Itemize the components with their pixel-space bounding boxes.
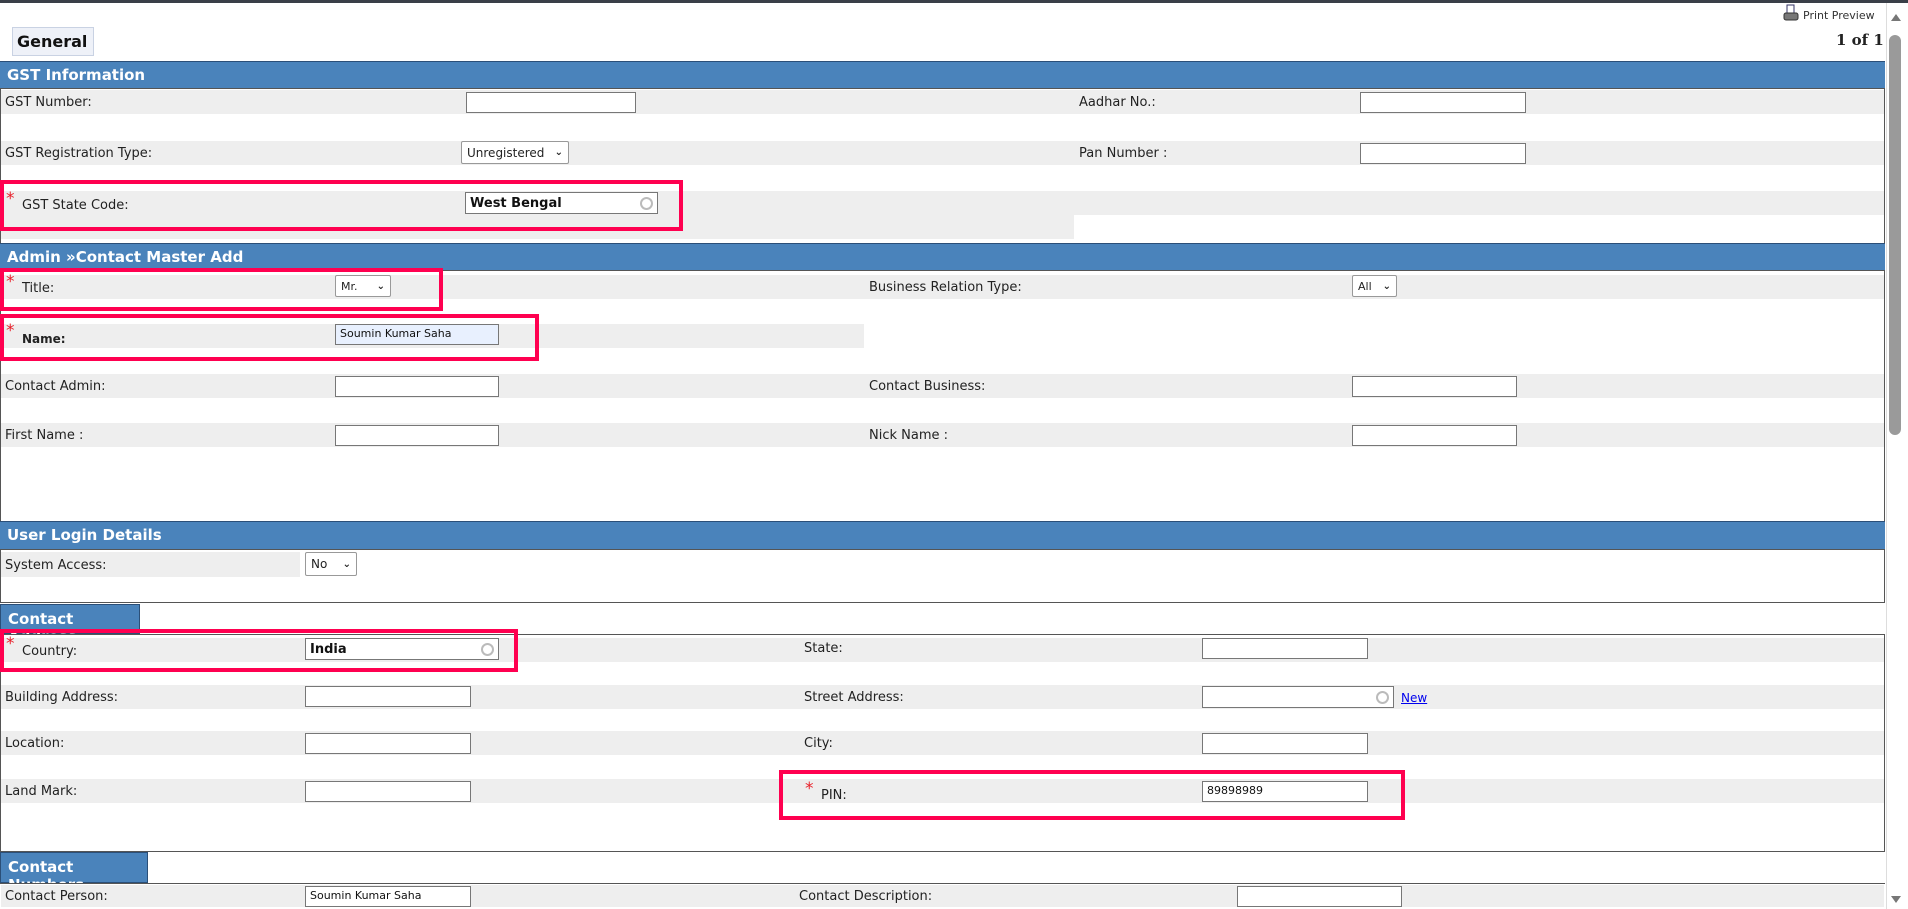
required-icon: * [6,321,15,341]
title-label: Title: [22,281,55,296]
contact-admin-label: Contact Admin: [5,379,106,394]
reg-type-select[interactable]: Unregistered ⌄ [461,141,569,164]
pan-label: Pan Number : [1079,146,1168,161]
state-code-lookup[interactable]: West Bengal [465,192,658,214]
contact-business-label: Contact Business: [869,379,986,394]
brt-value: All [1358,279,1372,293]
city-input[interactable] [1202,733,1368,754]
numbers-header: Contact Numbers [0,852,148,894]
scroll-up-icon[interactable] [1891,14,1901,21]
state-input[interactable] [1202,638,1368,659]
name-input[interactable]: Soumin Kumar Saha [335,324,499,345]
brt-select[interactable]: All ⌄ [1352,275,1397,297]
contact-description-label: Contact Description: [799,889,933,904]
chevron-down-icon: ⌄ [554,147,563,158]
login-header: User Login Details [0,521,1885,550]
location-input[interactable] [305,733,471,754]
chevron-down-icon: ⌄ [342,558,351,570]
lookup-icon[interactable] [640,196,653,210]
nick-name-label: Nick Name : [869,428,949,443]
print-preview-label: Print Preview [1803,9,1875,22]
required-icon: * [6,634,15,654]
divider [0,883,1885,884]
tab-general[interactable]: General [12,27,94,56]
contact-person-row [1,885,1884,907]
gst-header: GST Information [0,61,1885,89]
contact-header: Admin »Contact Master Add [0,243,1885,271]
nick-name-input[interactable] [1352,425,1517,446]
printer-icon [1783,4,1799,21]
location-row [1,731,1884,755]
title-value: Mr. [341,279,358,293]
lookup-icon[interactable] [1376,690,1389,704]
contact-business-input[interactable] [1352,376,1517,397]
new-street-link[interactable]: New [1401,691,1427,705]
gst-number-input[interactable] [466,92,636,113]
country-value: India [310,641,347,657]
pin-label: PIN: [821,788,847,803]
first-name-label: First Name : [5,428,84,443]
aadhar-label: Aadhar No.: [1079,95,1156,110]
print-preview-button[interactable]: Print Preview [1783,4,1875,22]
system-access-value: No [311,557,328,571]
page-indicator: 1 of 1 [1836,31,1884,49]
name-label: Name: [22,332,66,346]
contact-description-input[interactable] [1237,886,1402,907]
building-row [1,685,1884,709]
brt-label: Business Relation Type: [869,280,1022,295]
reg-type-label: GST Registration Type: [5,146,153,161]
pin-input[interactable]: 89898989 [1202,781,1368,802]
country-lookup[interactable]: India [305,638,499,660]
street-lookup[interactable] [1202,686,1394,708]
state-code-label: GST State Code: [22,198,129,213]
landmark-input[interactable] [305,781,471,802]
system-access-label: System Access: [5,558,107,573]
first-name-input[interactable] [335,425,499,446]
gst-number-label: GST Number: [5,95,92,110]
required-icon: * [805,779,814,799]
title-select[interactable]: Mr. ⌄ [335,275,391,297]
scroll-down-icon[interactable] [1891,896,1901,903]
building-input[interactable] [305,686,471,707]
gst-row-2 [1,141,1884,165]
street-label: Street Address: [804,690,904,705]
pan-input[interactable] [1360,143,1526,164]
gst-row-1 [1,90,1884,114]
contact-person-input[interactable]: Soumin Kumar Saha [305,886,471,907]
window-top-border [0,0,1908,3]
contact-person-label: Contact Person: [5,889,108,904]
chevron-down-icon: ⌄ [1382,280,1391,292]
location-label: Location: [5,736,65,751]
landmark-label: Land Mark: [5,784,78,799]
aadhar-input[interactable] [1360,92,1526,113]
lookup-icon[interactable] [481,642,494,656]
building-label: Building Address: [5,690,119,705]
contact-admin-input[interactable] [335,376,499,397]
reg-type-value: Unregistered [467,145,545,160]
chevron-down-icon: ⌄ [376,280,385,292]
required-icon: * [6,272,15,292]
city-label: City: [804,736,833,751]
scrollbar-thumb[interactable] [1889,35,1901,435]
state-label: State: [804,641,843,656]
state-code-value: West Bengal [470,195,562,211]
country-label: Country: [22,644,78,659]
system-access-select[interactable]: No ⌄ [305,552,357,576]
required-icon: * [6,189,15,209]
